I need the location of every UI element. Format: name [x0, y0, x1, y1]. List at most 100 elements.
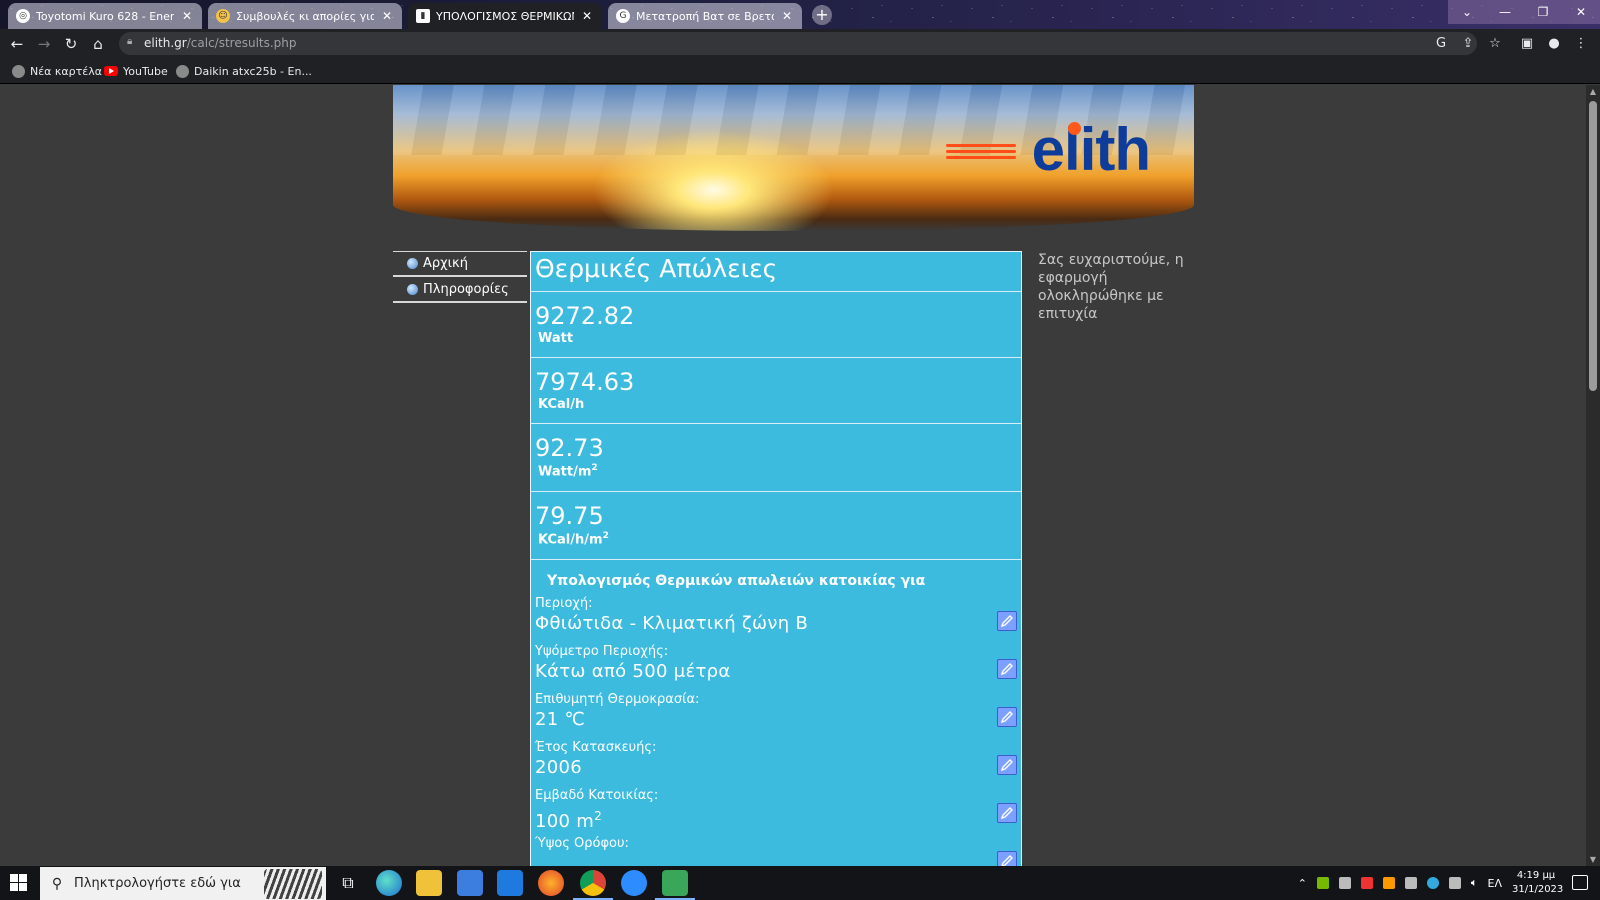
result-value: 9272.82	[535, 302, 635, 330]
browser-tab[interactable]: G Μετατροπή Βατ σε Βρετανικές ... ✕	[608, 3, 802, 29]
browser-tab[interactable]: ◎ Toyotomi Kuro 628 - Energy Mo... ✕	[8, 3, 202, 29]
key-icon[interactable]	[1382, 877, 1395, 889]
windows-start-icon[interactable]	[10, 874, 28, 892]
notifications-icon[interactable]	[1572, 875, 1588, 890]
skype-icon[interactable]	[1426, 877, 1439, 889]
google-icon: G	[616, 9, 630, 23]
chrome-icon[interactable]	[573, 870, 613, 900]
file-explorer-icon[interactable]	[416, 870, 442, 896]
language-indicator[interactable]: ΕΛ	[1488, 877, 1502, 890]
param-value: 21 ℃	[535, 709, 586, 730]
param-value: Φθιώτιδα - Κλιματική ζώνη Β	[535, 613, 809, 634]
site-favicon-icon: ▮	[416, 9, 430, 23]
menu-kebab-icon[interactable]: ⋮	[1570, 33, 1592, 55]
browser-tab-active[interactable]: ▮ ΥΠΟΛΟΓΙΣΜΟΣ ΘΕΡΜΙΚΩΝ ΑΠΩ... ✕	[408, 3, 602, 29]
clock-time: 4:19 μμ	[1516, 870, 1556, 881]
edit-pencil-icon[interactable]	[997, 851, 1017, 866]
param-area: Εμβαδό Κατοικίας: 100 m2	[531, 787, 1021, 835]
speaker-icon[interactable]: 🔈︎	[1471, 876, 1478, 890]
bookmark-label: Νέα καρτέλα	[30, 64, 102, 78]
edit-pencil-icon[interactable]	[997, 659, 1017, 679]
back-icon[interactable]: ←	[6, 33, 28, 55]
tab-title: ΥΠΟΛΟΓΙΣΜΟΣ ΘΕΡΜΙΚΩΝ ΑΠΩ...	[436, 9, 574, 23]
store-icon[interactable]	[457, 870, 483, 896]
browser-tab[interactable]: ☺ Συμβουλές κι απορίες για κλιμα... ✕	[208, 3, 402, 29]
close-icon[interactable]: ✕	[180, 9, 194, 23]
network-icon[interactable]	[1448, 877, 1461, 889]
address-bar[interactable]: 🔒︎ elith.gr/calc/stresults.php	[119, 32, 1477, 55]
web-page: elith Αρχική Πληροφορίες Θερμικές Απώλει…	[0, 85, 1586, 866]
forward-icon[interactable]: →	[33, 33, 55, 55]
bookmark-item[interactable]: Daikin atxc25b - En...	[176, 63, 312, 79]
param-value: 100 m2	[535, 809, 603, 832]
bookmark-star-icon[interactable]: ☆	[1484, 33, 1506, 55]
edit-pencil-icon[interactable]	[997, 755, 1017, 775]
scroll-up-icon[interactable]: ▲	[1589, 87, 1597, 96]
edge-icon[interactable]	[376, 870, 402, 896]
reload-icon[interactable]: ↻	[60, 33, 82, 55]
task-view-icon[interactable]: ⧉	[335, 870, 361, 896]
edit-pencil-icon[interactable]	[997, 707, 1017, 727]
scrollbar-thumb[interactable]	[1589, 101, 1597, 391]
result-kcal-per-m2: 79.75 KCal/h/m2	[531, 492, 1021, 560]
result-unit: Watt/m2	[538, 463, 598, 480]
profile-avatar-icon[interactable]: ●	[1543, 33, 1565, 55]
menu-item-home[interactable]: Αρχική	[393, 251, 527, 277]
logo-dot	[1068, 122, 1081, 135]
menu-item-label: Αρχική	[423, 256, 468, 271]
nvidia-icon[interactable]	[1316, 877, 1329, 889]
globe-icon	[407, 258, 418, 269]
mail-icon[interactable]	[497, 870, 523, 896]
result-kcal: 7974.63 KCal/h	[531, 358, 1021, 424]
restore-icon[interactable]: ❐	[1524, 0, 1562, 24]
param-label: Ύψος Ορόφου:	[535, 836, 629, 851]
tab-title: Μετατροπή Βατ σε Βρετανικές ...	[636, 9, 774, 23]
page-scrollbar[interactable]: ▲ ▼	[1586, 85, 1600, 866]
home-app-icon[interactable]	[655, 870, 695, 900]
cloud-icon[interactable]	[1338, 877, 1351, 889]
share-icon[interactable]: ⇪	[1457, 33, 1479, 55]
param-label: Εμβαδό Κατοικίας:	[535, 788, 659, 803]
zoom-icon[interactable]	[621, 870, 647, 896]
device-icon[interactable]	[1404, 877, 1417, 889]
page-title: Θερμικές Απώλειες	[531, 252, 1021, 292]
edit-pencil-icon[interactable]	[997, 803, 1017, 823]
taskbar-search-box[interactable]: ⚲ Πληκτρολογήστε εδώ για	[40, 867, 326, 900]
bookmark-item[interactable]: Νέα καρτέλα	[12, 63, 102, 79]
menu-item-info[interactable]: Πληροφορίες	[393, 277, 527, 303]
window-close-icon[interactable]: ✕	[1562, 0, 1600, 24]
result-watt-per-m2: 92.73 Watt/m2	[531, 424, 1021, 492]
home-icon[interactable]: ⌂	[87, 33, 109, 55]
close-icon[interactable]: ✕	[580, 9, 594, 23]
close-icon[interactable]: ✕	[780, 9, 794, 23]
close-icon[interactable]: ✕	[380, 9, 394, 23]
firefox-icon[interactable]	[538, 870, 564, 896]
result-unit: Watt	[538, 331, 574, 346]
tab-search-icon[interactable]: ⌄	[1448, 0, 1486, 24]
antivirus-icon[interactable]	[1360, 877, 1373, 889]
params-heading: Υπολογισμός Θερμικών απωλειών κατοικίας …	[547, 573, 926, 589]
clock[interactable]: 4:19 μμ 31/1/2023	[1512, 869, 1563, 897]
search-highlight-image	[264, 868, 322, 899]
info-pin-icon	[407, 283, 418, 295]
new-tab-button[interactable]: +	[812, 5, 832, 25]
search-icon: ⚲	[51, 875, 63, 892]
param-label: Περιοχή:	[535, 596, 593, 611]
bookmark-item[interactable]: YouTube	[104, 63, 168, 79]
left-menu: Αρχική Πληροφορίες	[393, 251, 527, 303]
param-construction-year: Έτος Κατασκευής: 2006	[531, 739, 1021, 787]
tab-title: Συμβουλές κι απορίες για κλιμα...	[236, 9, 374, 23]
results-panel: Θερμικές Απώλειες 9272.82 Watt 7974.63 K…	[530, 251, 1022, 866]
minimize-icon[interactable]: —	[1486, 0, 1524, 24]
param-region: Περιοχή: Φθιώτιδα - Κλιματική ζώνη Β	[531, 595, 1021, 643]
google-lens-icon[interactable]: G	[1430, 33, 1452, 55]
param-label: Υψόμετρο Περιοχής:	[535, 644, 669, 659]
site-logo[interactable]: elith	[1032, 115, 1151, 184]
globe-icon	[176, 64, 189, 78]
edit-pencil-icon[interactable]	[997, 611, 1017, 631]
chevron-up-icon[interactable]: ⌃	[1298, 877, 1307, 890]
globe-icon: ◎	[16, 9, 30, 23]
scroll-down-icon[interactable]: ▼	[1589, 855, 1597, 864]
side-panel-icon[interactable]: ▣	[1516, 33, 1538, 55]
lock-icon[interactable]: 🔒︎	[127, 36, 137, 50]
